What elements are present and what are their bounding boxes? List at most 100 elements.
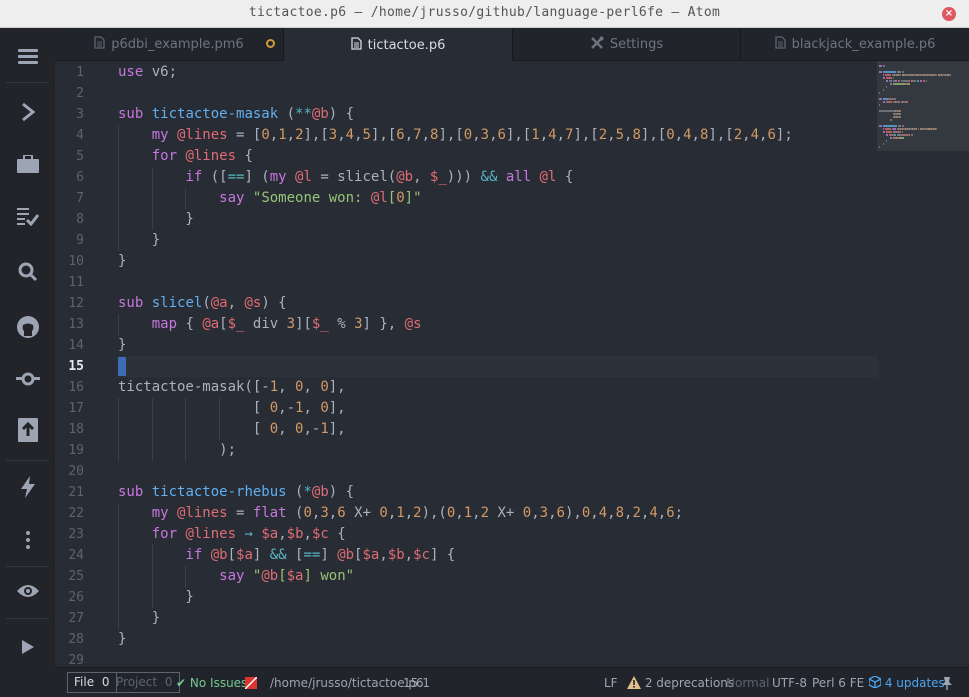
warning-icon [627,676,641,689]
minimap-segment [889,83,893,85]
more-icon[interactable] [0,518,55,562]
code-token: , [691,127,700,143]
tab-p6dbi-example[interactable]: p6dbi_example.pm6 [55,28,284,61]
code-line[interactable]: if @b[$a] && [==] @b[$a,$b,$c] { [118,545,455,566]
code-editor[interactable]: 1 2 3 4 5 6 7 8 9 10 11 12 13 14 15 16 17 18 19 20 21 22 23 24 2… [55,61,969,667]
indent-guide [118,440,119,461]
tab-settings[interactable]: Settings [513,28,741,61]
code-line[interactable]: sub tictactoe-rhebus (*@b) { [118,482,354,503]
code-token: 5 [615,127,625,143]
file-path[interactable]: /home/jrusso/tictactoe.p6 [270,668,424,697]
cursor-position[interactable]: 15:1 [403,668,430,697]
linter-toggle-icon[interactable] [244,668,258,697]
line-number[interactable]: 6 [55,167,84,188]
line-number[interactable]: 12 [55,293,84,314]
code-token: , [404,505,414,521]
line-number[interactable]: 1 [55,62,84,83]
chevron-right-icon[interactable] [0,90,55,134]
line-number[interactable]: 9 [55,230,84,251]
line-number[interactable]: 23 [55,524,84,545]
grammar-selector[interactable]: Perl 6 FE [812,668,864,697]
lightning-icon[interactable] [0,465,55,509]
code-line[interactable]: ); [118,440,236,461]
code-line[interactable]: map { @a[$_ div 3][$_ % 3] }, @s [118,314,422,335]
eye-icon[interactable] [0,569,55,613]
current-line-highlight [118,356,878,377]
line-number[interactable]: 26 [55,587,84,608]
line-number[interactable]: 8 [55,209,84,230]
code-line[interactable]: sub slicel(@a, @s) { [118,293,287,314]
line-number[interactable]: 4 [55,125,84,146]
code-line[interactable]: my @lines = flat (0,3,6 X+ 0,1,2),(0,1,2… [118,503,683,524]
line-number[interactable]: 11 [55,272,84,293]
code-line[interactable]: for @lines → $a,$b,$c { [118,524,346,545]
play-icon[interactable] [0,625,55,669]
line-number[interactable]: 14 [55,335,84,356]
close-window-button[interactable]: × [942,7,956,21]
line-number[interactable]: 15 [55,356,84,377]
line-number[interactable]: 2 [55,83,84,104]
line-ending-selector[interactable]: LF [604,668,618,697]
line-number[interactable]: 13 [55,314,84,335]
line-number[interactable]: 7 [55,188,84,209]
code-line[interactable]: } [118,587,193,608]
package-icon[interactable] [0,408,55,452]
line-number[interactable]: 17 [55,398,84,419]
code-token: 3 [286,316,296,332]
code-token: tictactoe-masak([- [118,379,270,395]
code-token: @lines [185,526,237,542]
line-number[interactable]: 5 [55,146,84,167]
line-number[interactable]: 10 [55,251,84,272]
line-number[interactable]: 20 [55,461,84,482]
line-number[interactable]: 16 [55,377,84,398]
code-line[interactable]: if ([==] (my @l = slicel(@b, $_))) && al… [118,167,573,188]
code-line[interactable]: sub tictactoe-masak (**@b) { [118,104,354,125]
code-line[interactable]: my @lines = [0,1,2],[3,4,5],[6,7,8],[0,3… [118,125,793,146]
line-number[interactable]: 22 [55,503,84,524]
code-token: @b [311,106,329,122]
line-number[interactable]: 25 [55,566,84,587]
checklist-icon[interactable] [0,194,55,238]
code-line[interactable]: } [118,608,160,629]
tab-blackjack-example[interactable]: blackjack_example.p6 [741,28,969,61]
code-line[interactable]: say "@b[$a] won" [118,566,354,587]
code-line[interactable]: say "Someone won: @l[0]" [118,188,421,209]
line-number[interactable]: 29 [55,650,84,667]
code-token: my [151,127,169,143]
line-number[interactable]: 27 [55,608,84,629]
project-issues-tab[interactable]: Project 0 [110,672,180,693]
search-icon[interactable] [0,250,55,294]
line-number[interactable]: 21 [55,482,84,503]
briefcase-icon[interactable] [0,142,55,186]
pin-icon[interactable] [942,668,952,697]
code-line[interactable]: } [118,209,193,230]
code-line[interactable]: } [118,230,160,251]
line-number[interactable]: 19 [55,440,84,461]
deprecations-indicator[interactable]: 2 deprecations [627,668,734,697]
minimap-segment [923,80,925,82]
line-number-gutter[interactable]: 1 2 3 4 5 6 7 8 9 10 11 12 13 14 15 16 17 18 19 20 21 22 23 24 2… [55,61,99,667]
code-line[interactable]: for @lines { [118,146,253,167]
code-line[interactable]: use v6; [118,62,177,83]
line-number[interactable]: 28 [55,629,84,650]
code-token: 1 [463,505,473,521]
encoding-selector[interactable]: UTF-8 [772,668,807,697]
tab-tictactoe[interactable]: tictactoe.p6 [284,28,513,62]
menu-icon[interactable] [0,34,55,78]
line-number[interactable]: 24 [55,545,84,566]
code-line[interactable]: } [118,629,126,650]
linter-status[interactable]: ✔ No Issues [176,668,247,697]
code-line[interactable]: tictactoe-masak([-1, 0, 0], [118,377,346,398]
git-commit-icon[interactable] [0,357,55,401]
github-icon[interactable] [0,305,55,349]
line-number[interactable]: 18 [55,419,84,440]
minimap[interactable] [877,61,969,667]
code-token: 2 [733,127,743,143]
line-number[interactable]: 3 [55,104,84,125]
code-line[interactable]: } [118,251,126,272]
code-line[interactable]: } [118,335,126,356]
package-updates[interactable]: 4 updates [868,668,945,697]
